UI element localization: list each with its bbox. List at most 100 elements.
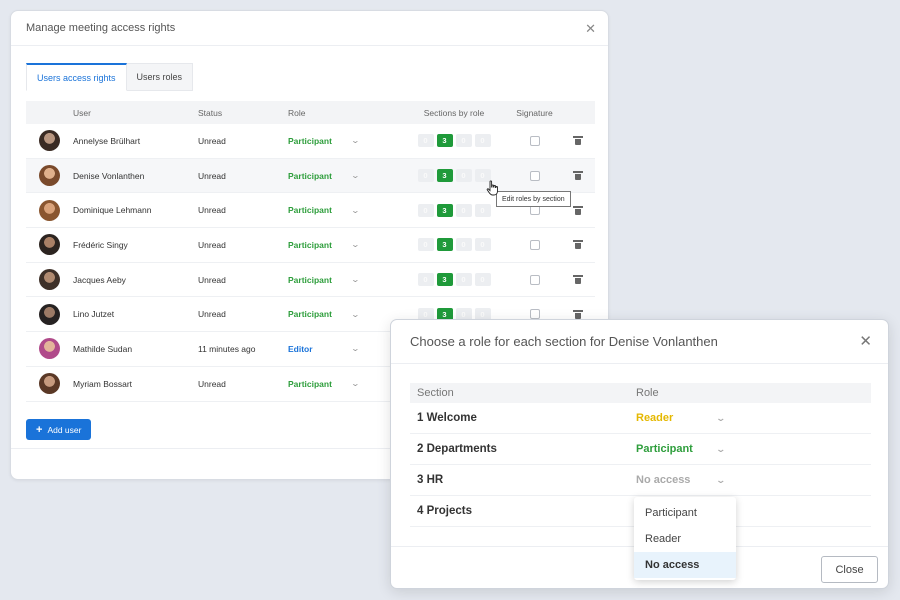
section-count-badge: 0 xyxy=(455,134,472,148)
user-name: Mathilde Sudan xyxy=(73,343,133,354)
section-row: 2 Departments Participant ⌄ xyxy=(410,434,871,465)
avatar-cell xyxy=(26,338,73,360)
column-section: Section xyxy=(417,387,454,399)
section-count-badge: 0 xyxy=(455,203,472,217)
role-select[interactable]: Participant ⌄ xyxy=(288,240,400,250)
signature-cell xyxy=(508,309,561,320)
sections-by-role[interactable]: 0300 xyxy=(400,203,508,217)
add-user-button[interactable]: + Add user xyxy=(26,419,92,440)
trash-icon[interactable] xyxy=(573,240,583,250)
chevron-down-icon: ⌄ xyxy=(350,344,361,354)
avatar xyxy=(39,269,60,291)
chevron-down-icon: ⌄ xyxy=(350,240,361,250)
section-count-badge: 3 xyxy=(436,273,453,287)
close-icon[interactable]: ✕ xyxy=(859,334,872,349)
column-status: Status xyxy=(198,107,223,118)
section-table-header: Section Role xyxy=(410,383,871,403)
sections-by-role[interactable]: 0300 xyxy=(400,273,508,287)
section-row: 1 Welcome Reader ⌄ xyxy=(410,403,871,434)
dialog-header: Manage meeting access rights ✕ xyxy=(11,11,608,46)
section-name: 2 Departments xyxy=(417,443,497,455)
signature-checkbox[interactable] xyxy=(529,309,540,320)
section-role-counts[interactable]: 0300 xyxy=(417,134,491,148)
tab-users-roles[interactable]: Users roles xyxy=(126,63,194,91)
role-dialog-title: Choose a role for each section for Denis… xyxy=(410,334,718,349)
section-role-label: Reader xyxy=(636,412,674,424)
section-count-badge: 0 xyxy=(417,273,434,287)
signature-checkbox[interactable] xyxy=(529,274,540,285)
section-count-badge: 0 xyxy=(474,134,491,148)
role-select[interactable]: Participant ⌄ xyxy=(288,379,400,389)
trash-icon[interactable] xyxy=(573,136,583,146)
user-status: Unread xyxy=(198,274,226,285)
chevron-down-icon: ⌄ xyxy=(350,379,361,389)
table-header: User Status Role Sections by role Signat… xyxy=(26,101,595,124)
role-select[interactable]: Participant ⌄ xyxy=(288,205,400,215)
role-select[interactable]: Participant ⌄ xyxy=(288,171,400,181)
tab-bar: Users access rights Users roles xyxy=(26,63,194,91)
section-role-select[interactable]: Participant ⌄ xyxy=(629,443,727,455)
column-user: User xyxy=(73,107,91,118)
signature-cell xyxy=(508,170,561,181)
section-role-label: Participant xyxy=(636,443,693,455)
section-role-counts[interactable]: 0300 xyxy=(417,169,491,183)
avatar-cell xyxy=(26,303,73,325)
role-select[interactable]: Participant ⌄ xyxy=(288,309,400,319)
column-sections: Sections by role xyxy=(423,107,485,118)
section-count-badge: 0 xyxy=(417,169,434,183)
section-count-badge: 0 xyxy=(417,238,434,252)
role-select[interactable]: Participant ⌄ xyxy=(288,275,400,285)
role-select[interactable]: Editor ⌄ xyxy=(288,344,400,354)
add-user-label: Add user xyxy=(47,424,82,435)
signature-checkbox[interactable] xyxy=(529,135,540,146)
chevron-down-icon: ⌄ xyxy=(715,443,727,454)
signature-checkbox[interactable] xyxy=(529,239,540,250)
section-role-counts[interactable]: 0300 xyxy=(417,203,491,217)
chevron-down-icon: ⌄ xyxy=(715,412,727,423)
avatar xyxy=(39,373,60,395)
tab-users-access-rights[interactable]: Users access rights xyxy=(26,63,127,91)
trash-icon[interactable] xyxy=(573,275,583,285)
delete-cell xyxy=(561,136,595,146)
sections-by-role[interactable]: 0300 xyxy=(400,238,508,252)
role-label: Participant xyxy=(288,309,332,320)
role-label: Participant xyxy=(288,135,332,146)
avatar xyxy=(39,234,60,256)
table-row: Denise Vonlanthen Unread Participant ⌄ 0 3 0 0 xyxy=(26,158,595,194)
user-status: Unread xyxy=(198,239,226,250)
avatar xyxy=(39,130,60,152)
dropdown-option-no-access[interactable]: No access xyxy=(634,552,736,578)
section-role-counts[interactable]: 0300 xyxy=(417,273,491,287)
role-dropdown-menu: Participant Reader No access xyxy=(634,497,736,580)
delete-cell xyxy=(561,205,595,215)
section-role-label: No access xyxy=(636,474,691,486)
role-label: Participant xyxy=(288,205,332,216)
section-role-counts[interactable]: 0300 xyxy=(417,238,491,252)
section-count-badge: 0 xyxy=(417,203,434,217)
trash-icon[interactable] xyxy=(573,205,583,215)
user-status: Unread xyxy=(198,135,226,146)
signature-checkbox[interactable] xyxy=(529,170,540,181)
sections-by-role[interactable]: 0300 xyxy=(400,134,508,148)
role-label: Participant xyxy=(288,274,332,285)
close-button[interactable]: Close xyxy=(821,556,878,583)
user-status: Unread xyxy=(198,309,226,320)
plus-icon: + xyxy=(36,423,43,436)
column-role: Role xyxy=(636,387,659,399)
section-role-select[interactable]: Reader ⌄ xyxy=(629,412,727,424)
trash-icon[interactable] xyxy=(573,171,583,181)
trash-icon[interactable] xyxy=(573,309,583,319)
section-name: 4 Projects xyxy=(417,505,472,517)
close-icon[interactable]: ✕ xyxy=(585,22,596,35)
dropdown-option-reader[interactable]: Reader xyxy=(634,526,736,552)
dropdown-option-participant[interactable]: Participant xyxy=(634,500,736,526)
role-select[interactable]: Participant ⌄ xyxy=(288,136,400,146)
delete-cell xyxy=(561,171,595,181)
role-label: Participant xyxy=(288,170,332,181)
section-count-badge: 0 xyxy=(455,169,472,183)
user-name: Myriam Bossart xyxy=(73,378,133,389)
role-dialog-header: Choose a role for each section for Denis… xyxy=(391,320,888,364)
avatar-cell xyxy=(26,165,73,187)
user-name: Dominique Lehmann xyxy=(73,205,152,216)
section-role-select[interactable]: No access ⌄ xyxy=(629,474,726,486)
